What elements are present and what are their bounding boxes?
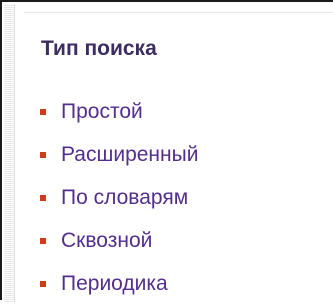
menu-item-label[interactable]: Расширенный — [61, 144, 198, 165]
search-type-dictionaries[interactable]: По словарям — [40, 176, 198, 219]
search-type-menu: Простой Расширенный По словарям Сквозной… — [40, 90, 198, 305]
square-bullet-icon — [40, 237, 46, 244]
square-bullet-icon — [40, 151, 46, 158]
square-bullet-icon — [40, 108, 46, 115]
menu-item-label[interactable]: Сквозной — [61, 230, 152, 251]
search-type-heading: Тип поиска — [41, 37, 157, 60]
square-bullet-icon — [40, 194, 46, 201]
search-type-advanced[interactable]: Расширенный — [40, 133, 198, 176]
menu-item-label[interactable]: Периодика — [61, 273, 168, 294]
menu-item-label[interactable]: Простой — [61, 101, 143, 122]
search-type-simple[interactable]: Простой — [40, 90, 198, 133]
menu-item-label[interactable]: По словарям — [61, 187, 188, 208]
panel-top-divider — [24, 12, 333, 13]
square-bullet-icon — [40, 280, 46, 287]
search-type-crossdb[interactable]: Сквозной — [40, 219, 198, 262]
window-frame: Тип поиска Простой Расширенный По словар… — [0, 0, 333, 302]
search-type-panel: Тип поиска Простой Расширенный По словар… — [24, 12, 333, 302]
left-edge-strip — [4, 4, 15, 302]
search-type-periodicals[interactable]: Периодика — [40, 262, 198, 305]
